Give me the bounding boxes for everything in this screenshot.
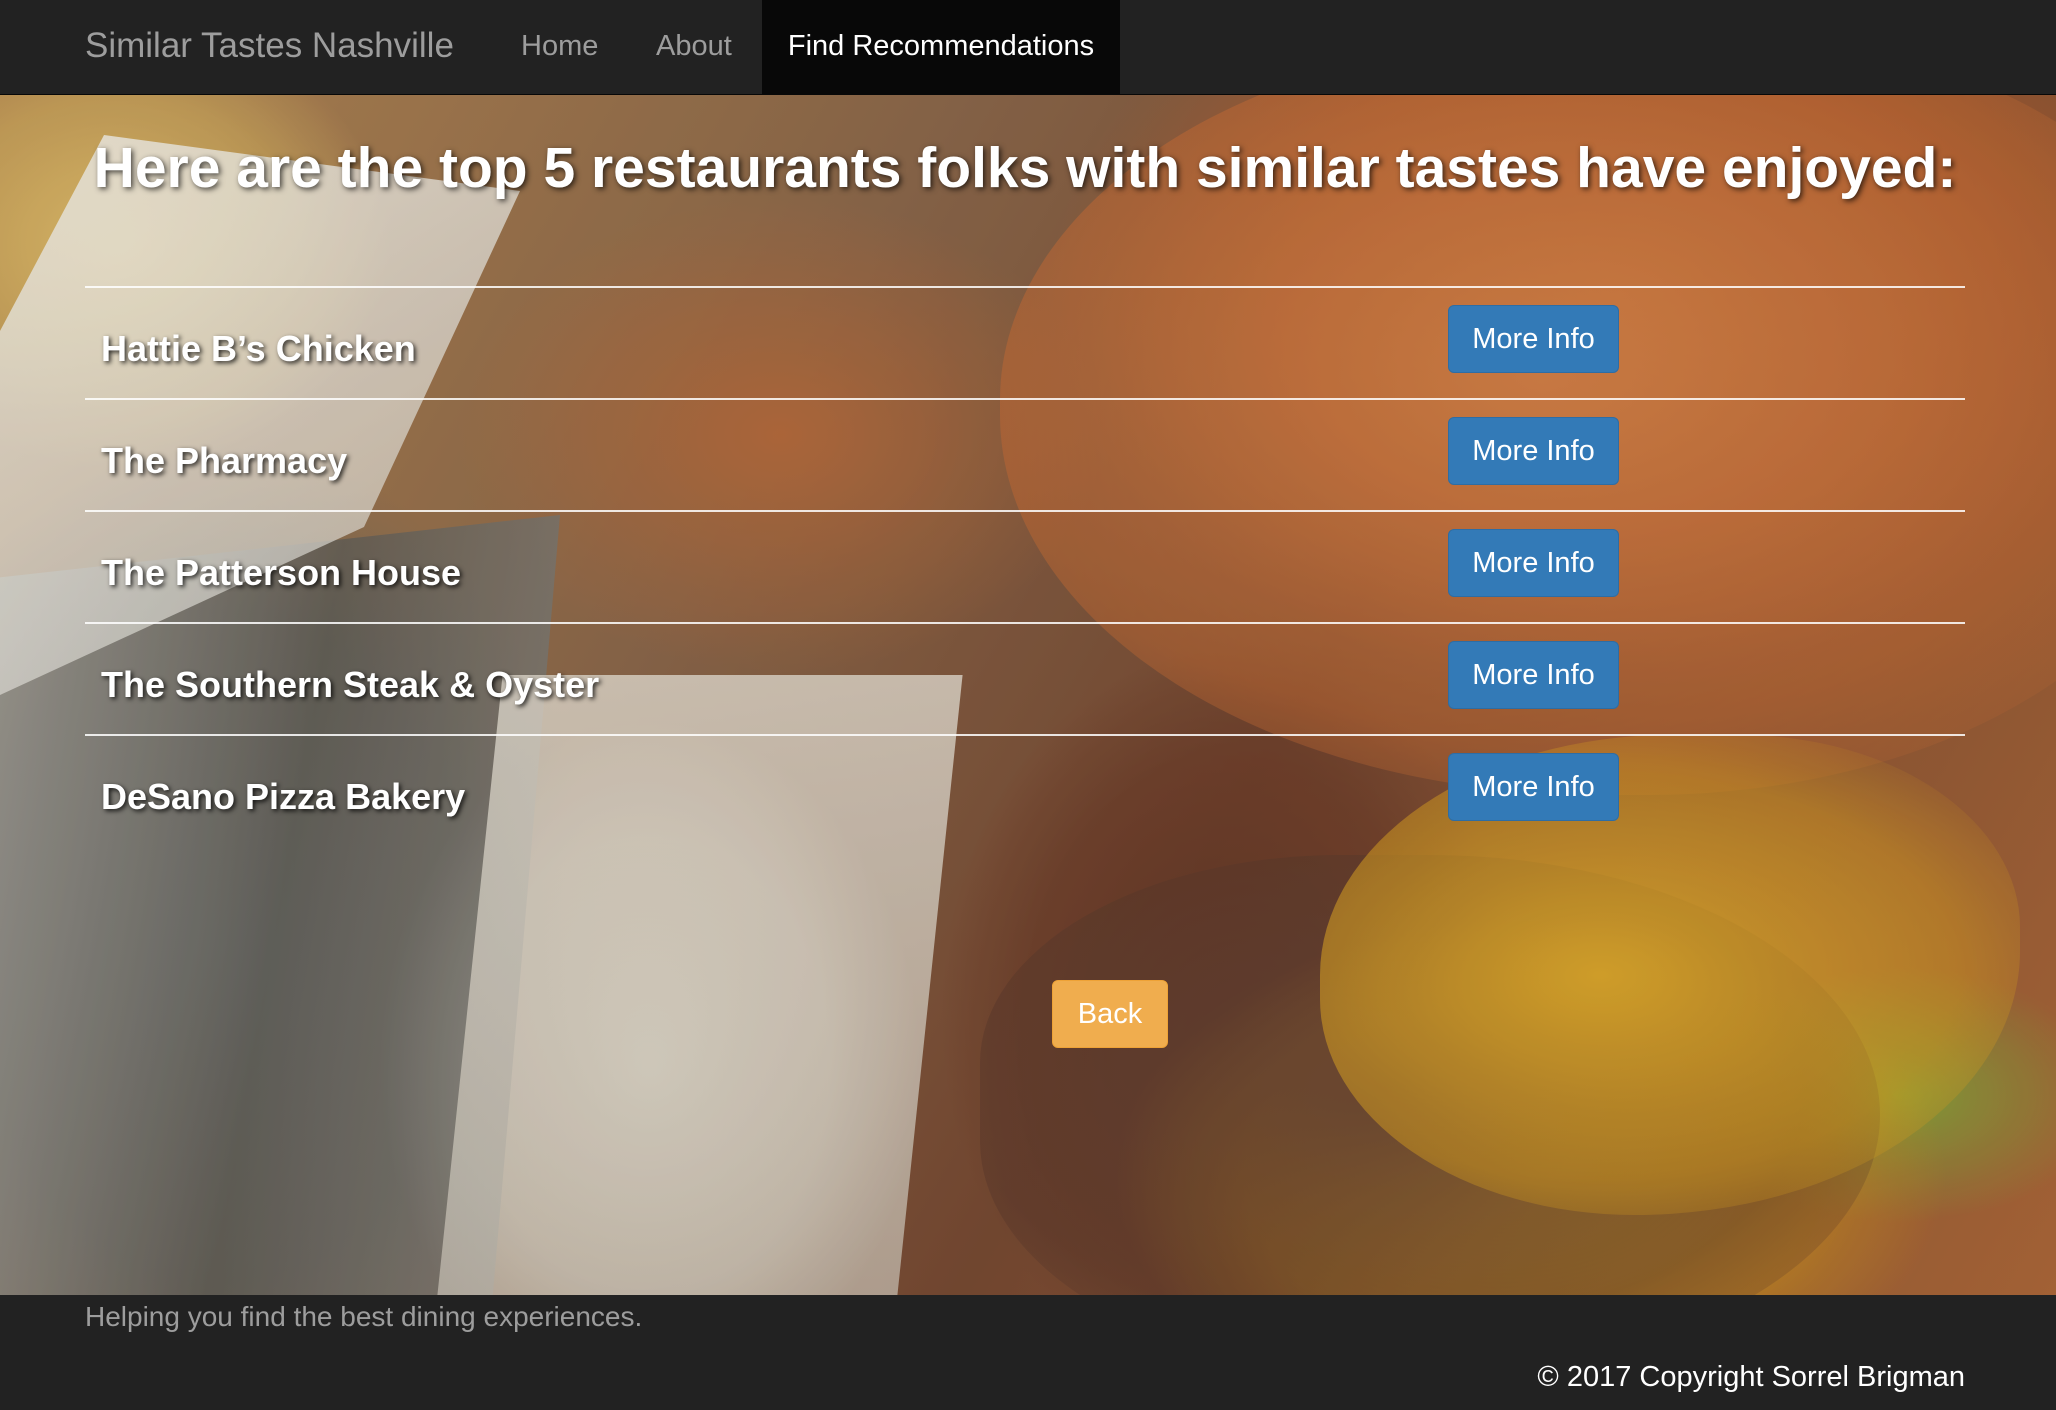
brand-link[interactable]: Similar Tastes Nashville [85,0,454,95]
nav-home[interactable]: Home [521,0,598,95]
footer: Helping you find the best dining experie… [0,1295,2056,1410]
list-item: DeSano Pizza Bakery More Info [85,734,1965,846]
restaurant-list: Hattie B’s Chicken More Info The Pharmac… [85,286,1965,846]
list-item: Hattie B’s Chicken More Info [85,286,1965,398]
more-info-button[interactable]: More Info [1448,417,1619,485]
footer-tagline: Helping you find the best dining experie… [85,1301,643,1332]
more-info-button[interactable]: More Info [1448,753,1619,821]
page-title: Here are the top 5 restaurants folks wit… [93,136,1957,200]
restaurant-name: DeSano Pizza Bakery [101,776,466,817]
nav-find-recommendations[interactable]: Find Recommendations [762,0,1120,95]
list-item: The Pharmacy More Info [85,398,1965,510]
restaurant-name: The Patterson House [101,552,462,593]
restaurant-name: Hattie B’s Chicken [101,328,416,369]
list-item: The Patterson House More Info [85,510,1965,622]
more-info-button[interactable]: More Info [1448,305,1619,373]
back-button[interactable]: Back [1052,980,1168,1048]
footer-copyright: © 2017 Copyright Sorrel Brigman [1537,1361,1965,1393]
restaurant-name: The Southern Steak & Oyster [101,664,600,705]
more-info-button[interactable]: More Info [1448,641,1619,709]
list-item: The Southern Steak & Oyster More Info [85,622,1965,734]
more-info-button[interactable]: More Info [1448,529,1619,597]
navbar: Similar Tastes Nashville Home About Find… [0,0,2056,95]
restaurant-name: The Pharmacy [101,440,348,481]
nav-about[interactable]: About [656,0,732,95]
